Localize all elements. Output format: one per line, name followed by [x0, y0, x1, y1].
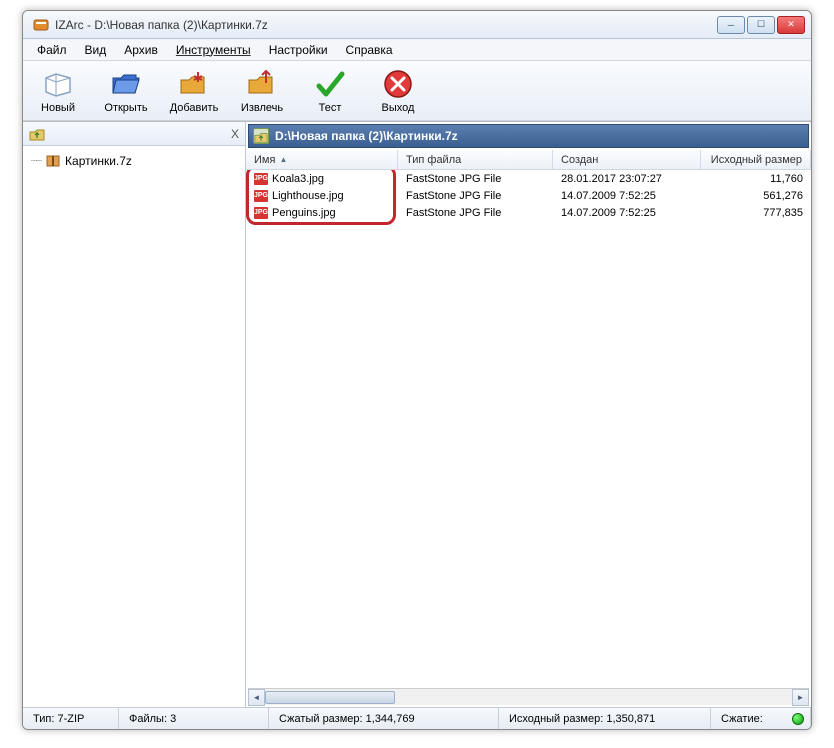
menu-view[interactable]: Вид	[77, 41, 115, 59]
jpg-icon: JPG	[254, 207, 268, 219]
list-row[interactable]: JPG Koala3.jpg FastStone JPG File 28.01.2…	[246, 170, 811, 187]
menu-file[interactable]: Файл	[29, 41, 75, 59]
add-icon	[178, 68, 210, 100]
toolbar-extract-label: Извлечь	[241, 102, 283, 114]
menu-tools[interactable]: Инструменты	[168, 41, 259, 59]
file-type: FastStone JPG File	[398, 207, 553, 219]
scroll-left-icon[interactable]: ◄	[248, 689, 265, 706]
menubar: Файл Вид Архив Инструменты Настройки Спр…	[23, 39, 811, 61]
tree-body[interactable]: ┈┈ Картинки.7z	[23, 146, 245, 707]
app-icon	[33, 17, 49, 33]
open-icon	[110, 68, 142, 100]
file-name: Koala3.jpg	[272, 173, 324, 185]
archive-icon	[45, 153, 61, 169]
content-panel: D:\Новая папка (2)\Картинки.7z Имя▲ Тип …	[246, 122, 811, 707]
status-files: Файлы: 3	[119, 708, 269, 729]
file-created: 14.07.2009 7:52:25	[553, 207, 701, 219]
status-type: Тип: 7-ZIP	[23, 708, 119, 729]
exit-icon	[382, 68, 414, 100]
tree-panel: X ┈┈ Картинки.7z	[23, 122, 246, 707]
toolbar-add-label: Добавить	[170, 102, 219, 114]
toolbar-exit[interactable]: Выход	[369, 68, 427, 114]
column-type[interactable]: Тип файла	[398, 150, 553, 169]
window: IZArc - D:\Новая папка (2)\Картинки.7z ─…	[22, 10, 812, 730]
new-icon	[42, 68, 74, 100]
tree-header: X	[23, 122, 245, 146]
horizontal-scrollbar[interactable]: ◄ ►	[248, 688, 809, 705]
file-size: 777,835	[701, 207, 811, 219]
list-row[interactable]: JPG Penguins.jpg FastStone JPG File 14.07…	[246, 204, 811, 221]
path-up-icon[interactable]	[253, 128, 269, 144]
minimize-button[interactable]: ─	[717, 16, 745, 34]
jpg-icon: JPG	[254, 190, 268, 202]
menu-archive[interactable]: Архив	[116, 41, 166, 59]
status-led-icon	[792, 713, 804, 725]
extract-icon	[246, 68, 278, 100]
jpg-icon: JPG	[254, 173, 268, 185]
up-folder-icon[interactable]	[29, 126, 45, 142]
list-header: Имя▲ Тип файла Создан Исходный размер	[246, 150, 811, 170]
file-name: Penguins.jpg	[272, 207, 336, 219]
file-type: FastStone JPG File	[398, 173, 553, 185]
file-size: 561,276	[701, 190, 811, 202]
toolbar-exit-label: Выход	[382, 102, 415, 114]
column-size[interactable]: Исходный размер	[701, 150, 811, 169]
column-created[interactable]: Создан	[553, 150, 701, 169]
status-ratio: Сжатие:	[711, 708, 811, 729]
tree-root-label: Картинки.7z	[65, 154, 132, 168]
sort-asc-icon: ▲	[279, 155, 287, 164]
close-button[interactable]: ✕	[777, 16, 805, 34]
menu-help[interactable]: Справка	[338, 41, 401, 59]
toolbar-new[interactable]: Новый	[29, 68, 87, 114]
toolbar-add[interactable]: Добавить	[165, 68, 223, 114]
file-created: 14.07.2009 7:52:25	[553, 190, 701, 202]
scroll-right-icon[interactable]: ►	[792, 689, 809, 706]
tree-branch-icon: ┈┈	[31, 156, 41, 167]
titlebar[interactable]: IZArc - D:\Новая папка (2)\Картинки.7z ─…	[23, 11, 811, 39]
list-body[interactable]: JPG Koala3.jpg FastStone JPG File 28.01.2…	[246, 170, 811, 688]
column-name[interactable]: Имя▲	[246, 150, 398, 169]
status-packed: Сжатый размер: 1,344,769	[269, 708, 499, 729]
file-size: 11,760	[701, 173, 811, 185]
scroll-thumb[interactable]	[265, 691, 395, 704]
toolbar-test[interactable]: Тест	[301, 68, 359, 114]
file-type: FastStone JPG File	[398, 190, 553, 202]
toolbar-extract[interactable]: Извлечь	[233, 68, 291, 114]
menu-settings[interactable]: Настройки	[261, 41, 336, 59]
maximize-button[interactable]: ☐	[747, 16, 775, 34]
tree-close-button[interactable]: X	[231, 127, 239, 141]
toolbar-new-label: Новый	[41, 102, 75, 114]
path-text: D:\Новая папка (2)\Картинки.7z	[275, 129, 458, 143]
list-row[interactable]: JPG Lighthouse.jpg FastStone JPG File 14.…	[246, 187, 811, 204]
toolbar-open-label: Открыть	[104, 102, 147, 114]
status-original: Исходный размер: 1,350,871	[499, 708, 711, 729]
file-name: Lighthouse.jpg	[272, 190, 344, 202]
path-bar: D:\Новая папка (2)\Картинки.7z	[248, 124, 809, 148]
toolbar-open[interactable]: Открыть	[97, 68, 155, 114]
file-created: 28.01.2017 23:07:27	[553, 173, 701, 185]
statusbar: Тип: 7-ZIP Файлы: 3 Сжатый размер: 1,344…	[23, 707, 811, 729]
test-icon	[314, 68, 346, 100]
window-title: IZArc - D:\Новая папка (2)\Картинки.7z	[55, 18, 717, 32]
body-area: X ┈┈ Картинки.7z D:\Новая папка (2)\Карт…	[23, 121, 811, 707]
toolbar-test-label: Тест	[319, 102, 342, 114]
toolbar: Новый Открыть Добавить Извлечь Тест Выхо…	[23, 61, 811, 121]
tree-root-node[interactable]: ┈┈ Картинки.7z	[31, 152, 237, 170]
